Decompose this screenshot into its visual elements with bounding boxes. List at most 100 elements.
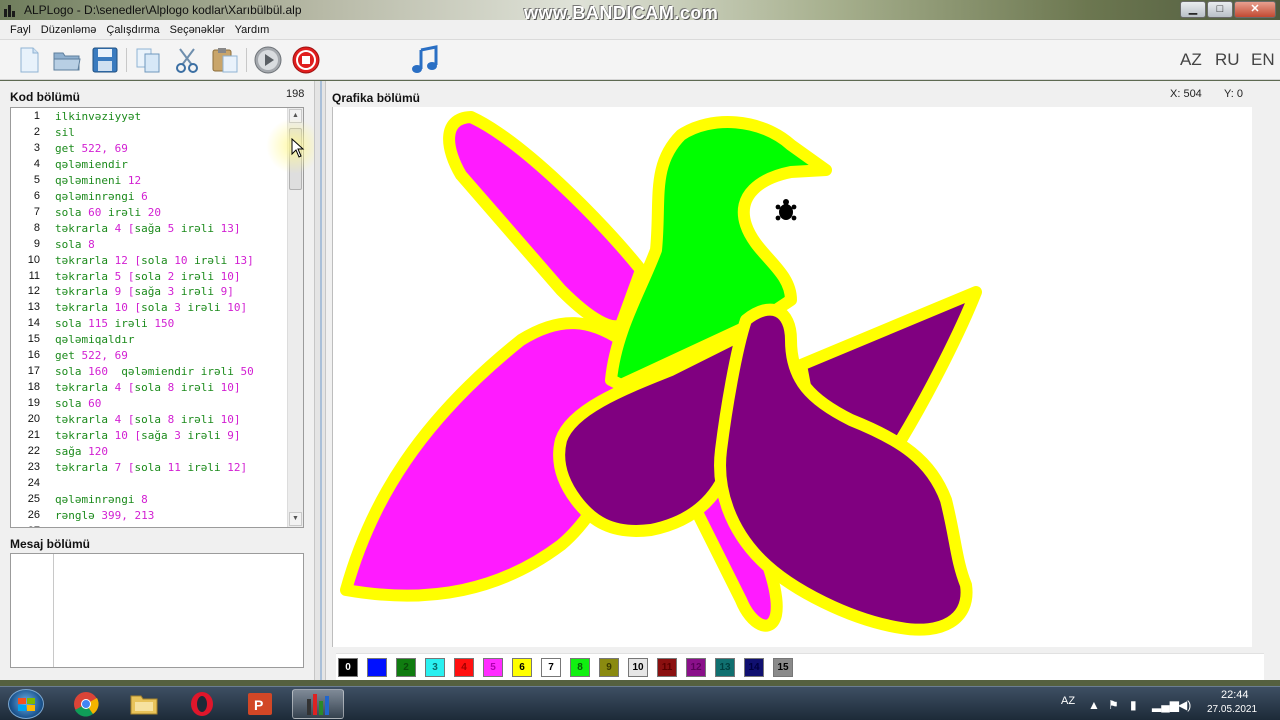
color-swatch-3[interactable]: 3 <box>425 658 445 677</box>
code-line[interactable]: 13 təkrarla 10 [sola 3 irəli 10] <box>11 301 291 317</box>
color-swatch-2[interactable]: 2 <box>396 658 416 677</box>
code-line[interactable]: 4 qələmiendir <box>11 158 291 174</box>
menu-secenekler[interactable]: Seçənəklər <box>170 24 225 36</box>
save-icon[interactable] <box>90 46 120 74</box>
color-swatch-13[interactable]: 13 <box>715 658 735 677</box>
copy-icon[interactable] <box>134 46 164 74</box>
code-line[interactable]: 2 sil <box>11 126 291 142</box>
code-text: qələmiendir <box>55 157 128 171</box>
color-swatch-4[interactable]: 4 <box>454 658 474 677</box>
alplogo-taskbar-icon[interactable] <box>292 689 344 719</box>
code-line[interactable]: 27 <box>11 525 291 527</box>
color-swatch-12[interactable]: 12 <box>686 658 706 677</box>
code-line[interactable]: 6 qələminrəngi 6 <box>11 190 291 206</box>
menu-yardim[interactable]: Yardım <box>235 24 270 36</box>
code-line[interactable]: 24 <box>11 477 291 493</box>
color-swatch-7[interactable]: 7 <box>541 658 561 677</box>
code-text: sağa 120 <box>55 444 108 458</box>
start-button[interactable] <box>8 689 44 719</box>
menu-duzenleme[interactable]: Düzənləmə <box>41 24 97 36</box>
maximize-button[interactable]: □ <box>1207 1 1233 18</box>
run-icon[interactable] <box>253 46 283 74</box>
color-swatch-1[interactable]: 1 <box>367 658 387 677</box>
cut-icon[interactable] <box>172 46 202 74</box>
powerpoint-icon[interactable]: P <box>234 689 286 719</box>
lang-az-button[interactable]: AZ <box>1180 50 1202 70</box>
color-swatch-8[interactable]: 8 <box>570 658 590 677</box>
code-line[interactable]: 15 qələmiqaldır <box>11 333 291 349</box>
panel-splitter[interactable] <box>314 81 326 680</box>
tray-language[interactable]: AZ <box>1061 695 1075 707</box>
color-swatch-0[interactable]: 0 <box>338 658 358 677</box>
menu-fayl[interactable]: Fayl <box>10 24 31 36</box>
line-count: 198 <box>286 88 305 100</box>
battery-icon[interactable]: ▮ <box>1130 698 1137 712</box>
magenta-upper-petal <box>443 111 647 333</box>
tray-expand-icon[interactable]: ▲ <box>1088 698 1100 712</box>
y-coordinate: Y: 0 <box>1224 88 1243 100</box>
line-number: 26 <box>27 508 40 521</box>
lang-en-button[interactable]: EN <box>1251 50 1275 70</box>
code-line[interactable]: 26 rənglə 399, 213 <box>11 509 291 525</box>
color-swatch-11[interactable]: 11 <box>657 658 677 677</box>
code-line[interactable]: 1 ilkinvəziyyət <box>11 110 291 126</box>
color-swatch-9[interactable]: 9 <box>599 658 619 677</box>
code-line[interactable]: 22 sağa 120 <box>11 445 291 461</box>
close-button[interactable]: ✕ <box>1234 1 1276 18</box>
code-line[interactable]: 7 sola 60 irəli 20 <box>11 206 291 222</box>
line-number: 1 <box>33 110 40 122</box>
music-icon[interactable] <box>410 45 440 74</box>
graphics-panel-title: Qrafika bölümü <box>332 91 421 105</box>
lang-ru-button[interactable]: RU <box>1215 50 1240 70</box>
stop-icon[interactable] <box>291 46 321 74</box>
code-line[interactable]: 25 qələminrəngi 8 <box>11 493 291 509</box>
tray-date[interactable]: 27.05.2021 <box>1207 704 1257 715</box>
new-file-icon[interactable] <box>14 46 44 74</box>
code-text: rənglə 399, 213 <box>55 508 155 522</box>
code-line[interactable]: 17 sola 160 qələmiendir irəli 50 <box>11 365 291 381</box>
volume-icon[interactable]: ◀) <box>1178 698 1191 712</box>
code-editor[interactable]: 1 ilkinvəziyyət 2 sil 3 get 522, 69 4 qələmiend… <box>10 107 304 528</box>
chrome-icon[interactable] <box>60 689 112 719</box>
code-line[interactable]: 11 təkrarla 5 [sola 2 irəli 10] <box>11 270 291 286</box>
color-swatch-10[interactable]: 10 <box>628 658 648 677</box>
minimize-button[interactable]: ▁ <box>1180 1 1206 18</box>
code-line[interactable]: 3 get 522, 69 <box>11 142 291 158</box>
drawing-canvas[interactable] <box>332 107 1252 647</box>
code-line[interactable]: 23 təkrarla 7 [sola 11 irəli 12] <box>11 461 291 477</box>
scroll-down-button[interactable]: ▼ <box>289 512 302 526</box>
code-line[interactable]: 21 təkrarla 10 [sağa 3 irəli 9] <box>11 429 291 445</box>
message-panel-title: Mesaj bölümü <box>10 537 91 551</box>
code-text: təkrarla 9 [sağa 3 irəli 9] <box>55 285 234 299</box>
code-text: təkrarla 10 [sağa 3 irəli 9] <box>55 429 241 442</box>
line-number: 9 <box>33 237 40 250</box>
line-number: 22 <box>27 444 40 457</box>
color-swatch-15[interactable]: 15 <box>773 658 793 677</box>
color-swatch-14[interactable]: 14 <box>744 658 764 677</box>
menu-calisdirma[interactable]: Çalışdırma <box>106 24 159 36</box>
paste-icon[interactable] <box>210 46 240 74</box>
code-line[interactable]: 18 təkrarla 4 [sola 8 irəli 10] <box>11 381 291 397</box>
code-line[interactable]: 10 təkrarla 12 [sola 10 irəli 13] <box>11 254 291 270</box>
tray-flag-icon[interactable]: ⚑ <box>1108 698 1119 712</box>
code-text: təkrarla 12 [sola 10 irəli 13] <box>55 253 254 267</box>
code-line[interactable]: 8 təkrarla 4 [sağa 5 irəli 13] <box>11 222 291 238</box>
code-line[interactable]: 12 təkrarla 9 [sağa 3 irəli 9] <box>11 285 291 301</box>
code-line[interactable]: 16 get 522, 69 <box>11 349 291 365</box>
opera-icon[interactable] <box>176 689 228 719</box>
code-line[interactable]: 5 qələmineni 12 <box>11 174 291 190</box>
code-text: get 522, 69 <box>55 141 128 155</box>
code-text: təkrarla 4 [sağa 5 irəli 13] <box>55 221 241 235</box>
open-folder-icon[interactable] <box>52 46 82 74</box>
line-number: 4 <box>33 157 40 170</box>
code-line[interactable]: 9 sola 8 <box>11 238 291 254</box>
code-line[interactable]: 19 sola 60 <box>11 397 291 413</box>
color-swatch-5[interactable]: 5 <box>483 658 503 677</box>
explorer-icon[interactable] <box>118 689 170 719</box>
line-number: 19 <box>27 397 40 410</box>
color-swatch-6[interactable]: 6 <box>512 658 532 677</box>
signal-icon[interactable]: ▂▄▆ <box>1152 698 1179 712</box>
code-line[interactable]: 14 sola 115 irəli 150 <box>11 317 291 333</box>
tray-time[interactable]: 22:44 <box>1221 689 1249 701</box>
code-line[interactable]: 20 təkrarla 4 [sola 8 irəli 10] <box>11 413 291 429</box>
